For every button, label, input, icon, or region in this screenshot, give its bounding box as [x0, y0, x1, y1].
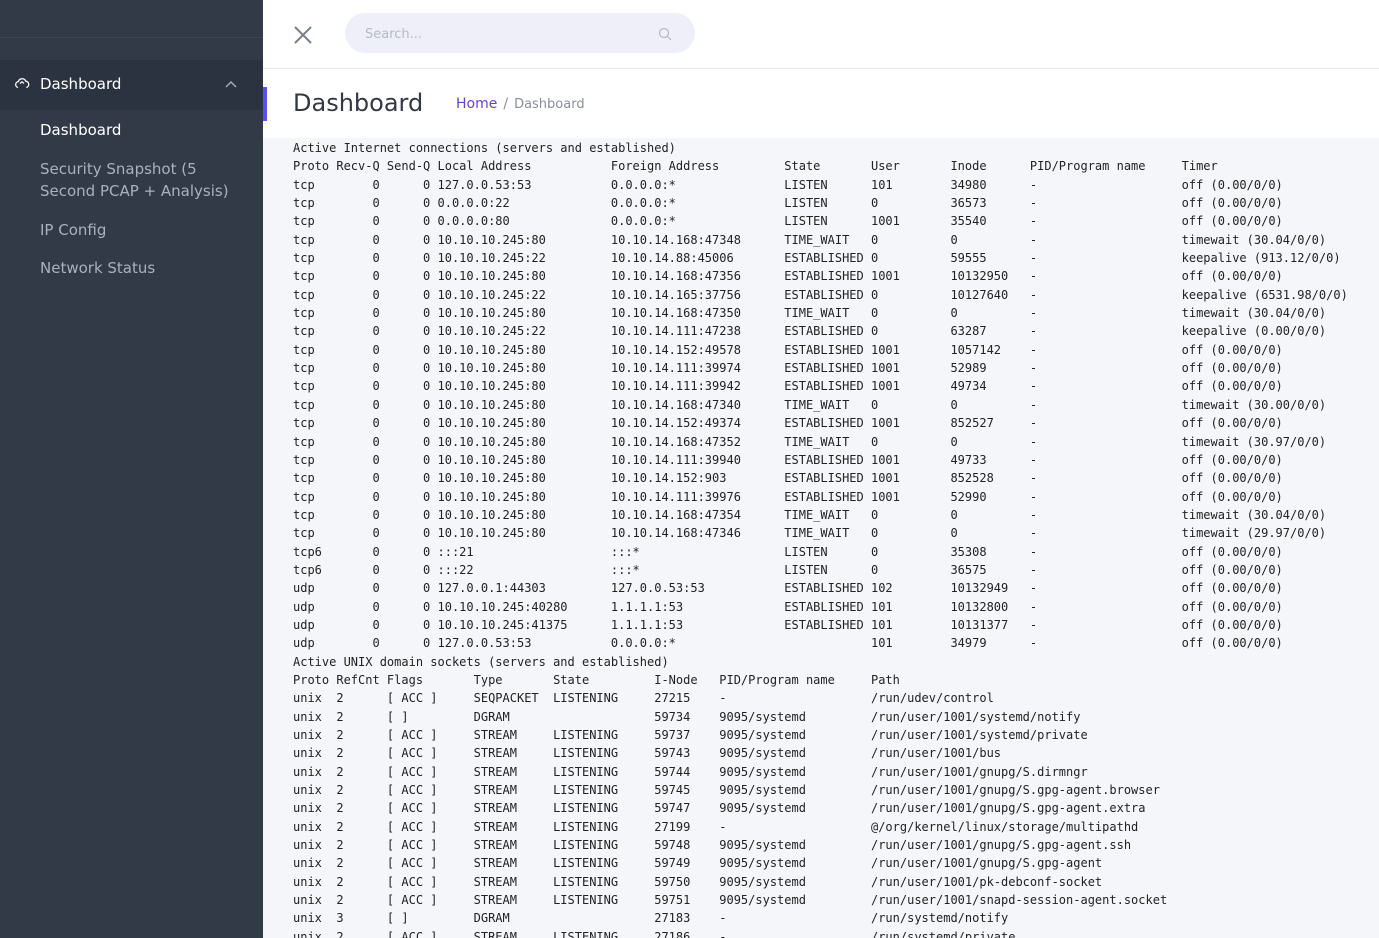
close-icon[interactable]	[293, 25, 313, 45]
output-line: tcp 0 0 10.10.10.245:80 10.10.14.168:473…	[293, 397, 1327, 412]
output-line: tcp 0 0 10.10.10.245:80 10.10.14.152:903…	[293, 471, 1283, 486]
page-title: Dashboard	[293, 89, 424, 117]
output-line: tcp 0 0 10.10.10.245:80 10.10.14.152:493…	[293, 416, 1283, 431]
output-line: tcp 0 0 10.10.10.245:80 10.10.14.111:399…	[293, 489, 1283, 504]
main-content[interactable]: Active Internet connections (servers and…	[263, 138, 1379, 938]
output-line: unix 2 [ ACC ] STREAM LISTENING 27186 - …	[293, 929, 1016, 938]
output-line: udp 0 0 10.10.10.245:41375 1.1.1.1:53 ES…	[293, 617, 1283, 632]
output-line: Active Internet connections (servers and…	[293, 141, 676, 155]
sidebar-brand	[0, 0, 263, 38]
output-line: unix 2 [ ACC ] SEQPACKET LISTENING 27215…	[293, 691, 994, 706]
breadcrumb: Home / Dashboard	[456, 95, 585, 114]
output-line: udp 0 0 127.0.0.53:53 0.0.0.0:* 101 3497…	[293, 636, 1283, 651]
search-icon[interactable]	[658, 27, 672, 41]
output-line: tcp 0 0 10.10.10.245:80 10.10.14.168:473…	[293, 269, 1283, 284]
output-line: tcp6 0 0 :::21 :::* LISTEN 0 35308 - off…	[293, 544, 1283, 559]
chevron-up-icon[interactable]	[225, 80, 237, 88]
sidebar: Dashboard Dashboard Security Snapshot (5…	[0, 0, 263, 938]
breadcrumb-separator: /	[503, 96, 509, 112]
output-line: unix 2 [ ACC ] STREAM LISTENING 59750 90…	[293, 874, 1103, 889]
breadcrumb-home-link[interactable]: Home	[456, 96, 497, 112]
cloud-icon	[15, 78, 30, 89]
output-line: unix 2 [ ACC ] STREAM LISTENING 59744 90…	[293, 764, 1088, 779]
search-box	[345, 13, 695, 55]
sidebar-menu-dashboard[interactable]: Dashboard	[0, 60, 263, 110]
output-line: unix 2 [ ACC ] STREAM LISTENING 59748 90…	[293, 838, 1132, 853]
output-line: unix 2 [ ACC ] STREAM LISTENING 59737 90…	[293, 728, 1088, 742]
output-line: udp 0 0 10.10.10.245:40280 1.1.1.1:53 ES…	[293, 599, 1283, 614]
output-line: tcp 0 0 10.10.10.245:22 10.10.14.111:472…	[293, 324, 1327, 339]
sidebar-item-network-status[interactable]: Network Status	[40, 257, 240, 279]
output-line: tcp 0 0 10.10.10.245:80 10.10.14.152:495…	[293, 342, 1283, 357]
output-line: tcp 0 0 10.10.10.245:80 10.10.14.168:473…	[293, 507, 1327, 522]
output-line: unix 2 [ ACC ] STREAM LISTENING 59743 90…	[293, 746, 1002, 761]
output-line: unix 2 [ ACC ] STREAM LISTENING 59747 90…	[293, 801, 1146, 816]
output-line: tcp 0 0 0.0.0.0:22 0.0.0.0:* LISTEN 0 36…	[293, 196, 1283, 211]
output-line: tcp 0 0 10.10.10.245:80 10.10.14.168:473…	[293, 306, 1327, 321]
output-line: Proto Recv-Q Send-Q Local Address Foreig…	[293, 159, 1218, 174]
output-line: unix 3 [ ] DGRAM 27183 - /run/systemd/no…	[293, 911, 1009, 926]
output-line: tcp 0 0 10.10.10.245:80 10.10.14.168:473…	[293, 434, 1327, 449]
output-line: tcp 0 0 10.10.10.245:80 10.10.14.111:399…	[293, 452, 1283, 467]
title-accent-bar	[263, 87, 267, 121]
output-line: udp 0 0 127.0.0.1:44303 127.0.0.53:53 ES…	[293, 581, 1283, 596]
output-line: unix 2 [ ] DGRAM 59734 9095/systemd /run…	[293, 709, 1081, 724]
output-line: unix 2 [ ACC ] STREAM LISTENING 59745 90…	[293, 783, 1160, 798]
breadcrumb-current: Dashboard	[514, 97, 585, 112]
sidebar-item-ip-config[interactable]: IP Config	[40, 219, 240, 241]
output-line: tcp 0 0 10.10.10.245:22 10.10.14.165:377…	[293, 287, 1348, 302]
sidebar-item-security-snapshot[interactable]: Security Snapshot (5 Second PCAP + Analy…	[40, 158, 240, 202]
output-line: unix 2 [ ACC ] STREAM LISTENING 27199 - …	[293, 819, 1139, 834]
topbar	[263, 0, 1379, 69]
output-line: tcp 0 0 10.10.10.245:80 10.10.14.168:473…	[293, 232, 1327, 247]
title-bar: Dashboard Home / Dashboard	[263, 69, 1379, 138]
output-line: tcp 0 0 10.10.10.245:22 10.10.14.88:4500…	[293, 251, 1341, 266]
netstat-output: Active Internet connections (servers and…	[293, 139, 1348, 938]
output-line: tcp 0 0 10.10.10.245:80 10.10.14.111:399…	[293, 361, 1283, 376]
output-line: unix 2 [ ACC ] STREAM LISTENING 59749 90…	[293, 856, 1103, 871]
output-line: tcp 0 0 0.0.0.0:80 0.0.0.0:* LISTEN 1001…	[293, 214, 1283, 229]
output-line: Active UNIX domain sockets (servers and …	[293, 654, 669, 669]
output-line: tcp 0 0 127.0.0.53:53 0.0.0.0:* LISTEN 1…	[293, 177, 1283, 192]
output-line: unix 2 [ ACC ] STREAM LISTENING 59751 90…	[293, 893, 1168, 908]
sidebar-item-dashboard[interactable]: Dashboard	[40, 119, 240, 141]
output-line: tcp6 0 0 :::22 :::* LISTEN 0 36575 - off…	[293, 562, 1283, 577]
sidebar-menu-label: Dashboard	[40, 75, 122, 93]
output-line: tcp 0 0 10.10.10.245:80 10.10.14.168:473…	[293, 526, 1327, 541]
search-input[interactable]	[363, 13, 647, 55]
output-line: tcp 0 0 10.10.10.245:80 10.10.14.111:399…	[293, 379, 1283, 394]
output-line: Proto RefCnt Flags Type State I-Node PID…	[293, 672, 900, 687]
